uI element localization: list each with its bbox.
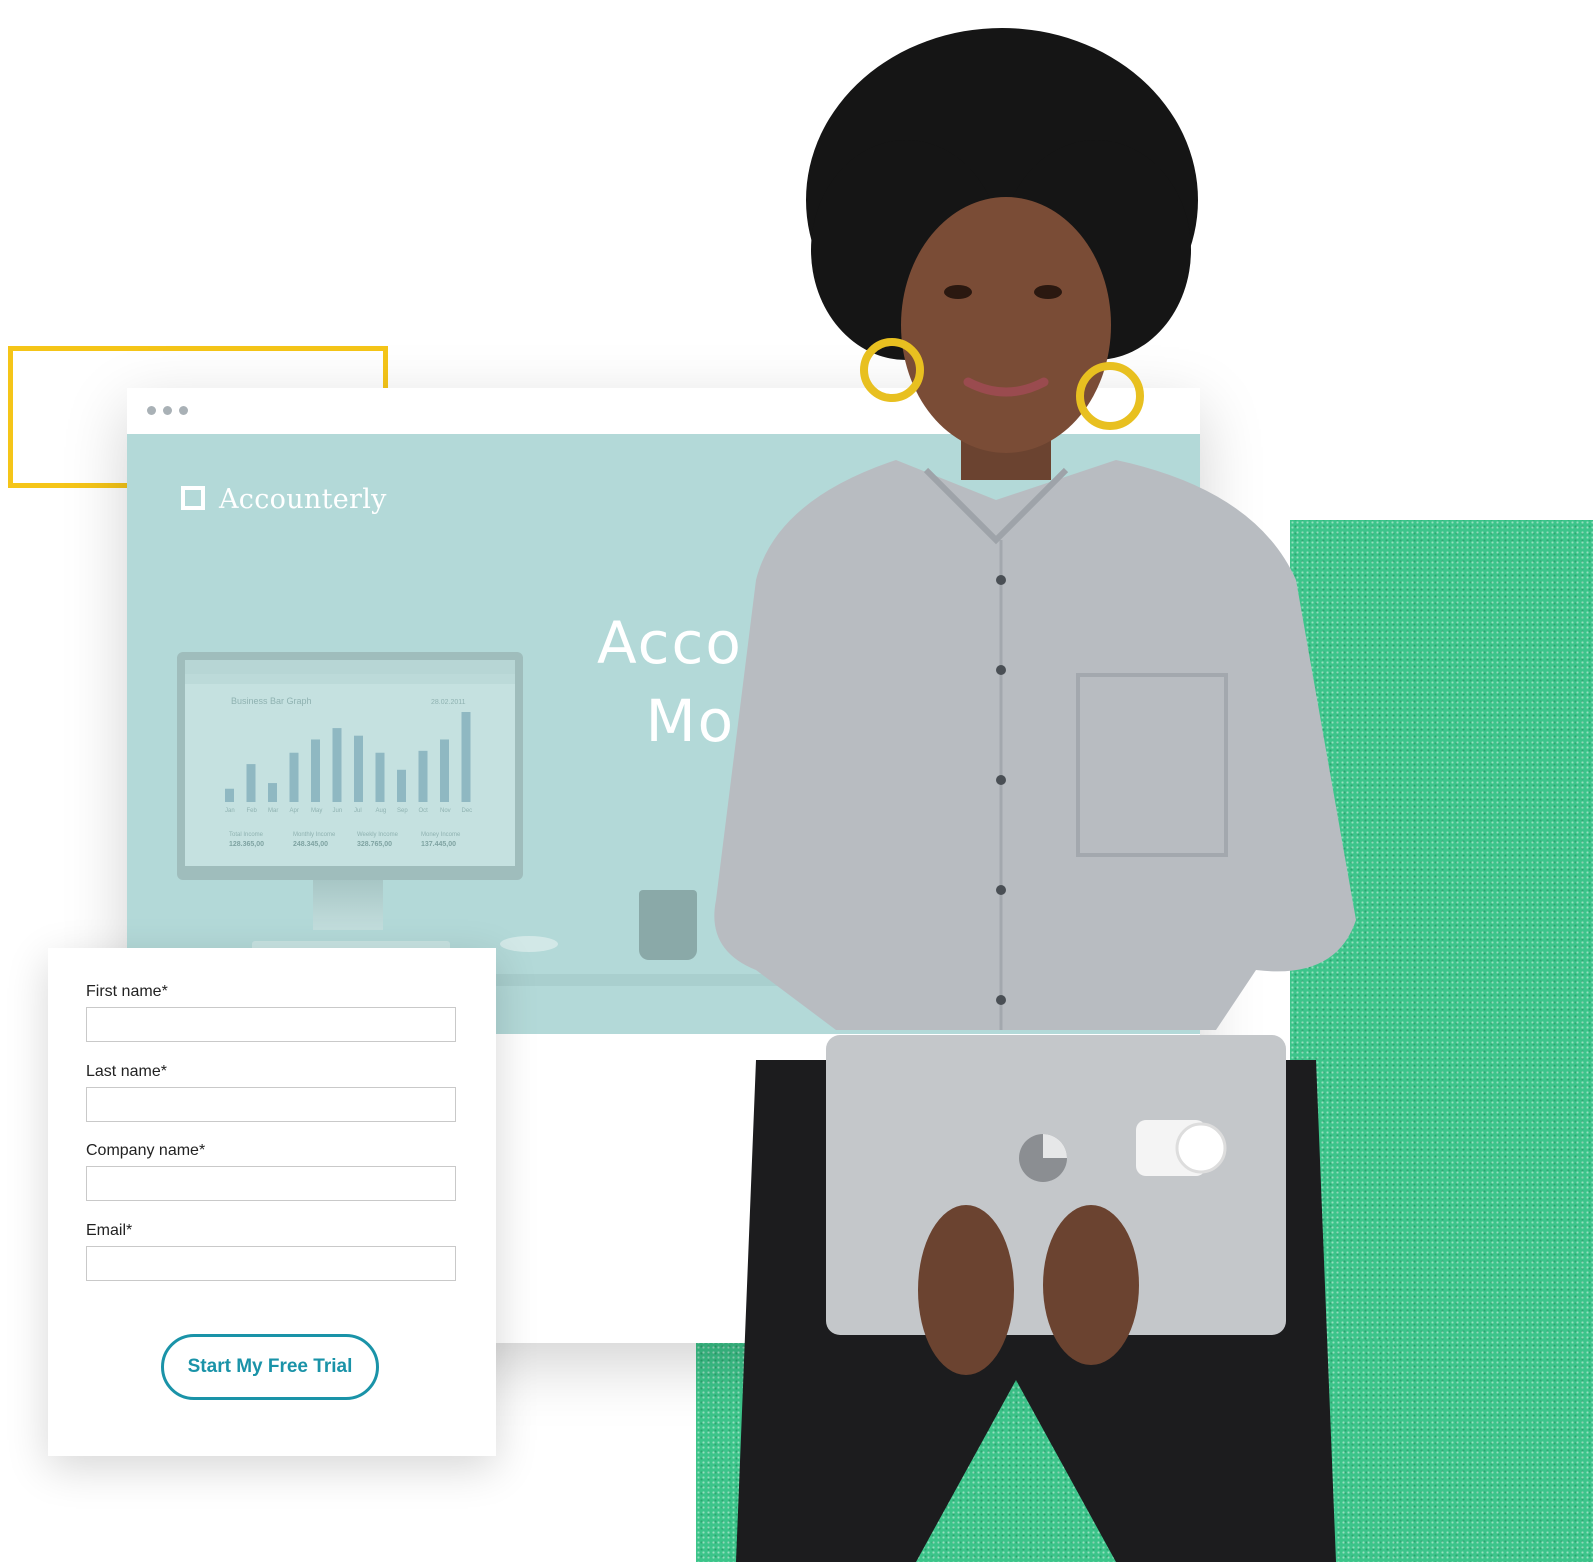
window-dot-icon bbox=[179, 406, 188, 415]
monitor-total-label: Monthly Income bbox=[293, 832, 336, 838]
monitor-chart-date: 28.02.2011 bbox=[431, 699, 466, 706]
signup-form-card: First name* Last name* Company name* Ema… bbox=[48, 948, 496, 1456]
window-dot-icon bbox=[163, 406, 172, 415]
first-name-label: First name* bbox=[86, 983, 168, 1000]
monitor-chart-month-label: Aug bbox=[376, 808, 387, 814]
monitor-total-value: 128.365,00 bbox=[229, 841, 264, 848]
site-logo-square-icon bbox=[181, 486, 205, 510]
mouse-illustration bbox=[500, 936, 558, 952]
monitor-bar-chart: Business Bar Graph 28.02.2011 Jan Feb Mar A… bbox=[185, 660, 515, 848]
monitor-stand bbox=[313, 880, 383, 930]
monitor-chart-bar bbox=[246, 764, 256, 802]
monitor-total-value: 248.345,00 bbox=[293, 841, 328, 848]
monitor-chart-month-label: Apr bbox=[290, 808, 299, 814]
window-dot-icon bbox=[147, 406, 156, 415]
monitor-chart-bar bbox=[440, 739, 449, 802]
monitor-chart-month-label: Sep bbox=[397, 808, 408, 814]
monitor-chart-bar bbox=[397, 769, 406, 802]
monitor-chart-bar bbox=[418, 750, 428, 802]
monitor-chart-month-label: May bbox=[311, 808, 322, 814]
monitor-chart-month-label: Nov bbox=[440, 808, 451, 814]
monitor-chart-month-label: Feb bbox=[247, 808, 258, 814]
start-free-trial-button[interactable]: Start My Free Trial bbox=[161, 1334, 379, 1400]
monitor-chart-month-label: Jan bbox=[225, 808, 235, 814]
monitor-chart-bar bbox=[289, 752, 299, 802]
monitor-chart-title: Business Bar Graph bbox=[231, 696, 312, 706]
monitor-chart-month-label: Jul bbox=[354, 808, 362, 814]
monitor-chart-month-label: Jun bbox=[333, 808, 343, 814]
last-name-input[interactable] bbox=[86, 1087, 456, 1122]
company-name-label: Company name* bbox=[86, 1142, 206, 1159]
monitor-chart-bar bbox=[311, 739, 320, 802]
email-label: Email* bbox=[86, 1222, 133, 1239]
monitor-chart-bar bbox=[461, 712, 471, 802]
monitor-total-label: Weekly Income bbox=[357, 832, 399, 838]
monitor-chart-bar bbox=[225, 788, 234, 802]
email-input[interactable] bbox=[86, 1246, 456, 1281]
monitor-total-value: 328.765,00 bbox=[357, 841, 392, 848]
monitor-screen: Business Bar Graph 28.02.2011 Jan Feb Mar A… bbox=[185, 660, 515, 866]
monitor-chart-bar bbox=[375, 752, 385, 802]
monitor-chart-bar bbox=[332, 728, 342, 802]
first-name-input[interactable] bbox=[86, 1007, 456, 1042]
monitor-total-label: Total Income bbox=[229, 832, 264, 838]
last-name-label: Last name* bbox=[86, 1063, 167, 1080]
company-name-input[interactable] bbox=[86, 1166, 456, 1201]
monitor-chart-month-label: Oct bbox=[419, 808, 429, 814]
desktop-monitor-illustration: Business Bar Graph 28.02.2011 Jan Feb Mar A… bbox=[177, 652, 523, 880]
mug-illustration bbox=[639, 890, 697, 960]
person-photo bbox=[714, 28, 1356, 1562]
monitor-total-value: 137.445,00 bbox=[421, 841, 456, 848]
monitor-chart-bar bbox=[268, 783, 277, 802]
monitor-total-label: Money Income bbox=[421, 832, 461, 838]
monitor-chart-month-label: Mar bbox=[268, 808, 278, 814]
monitor-chart-bar bbox=[354, 735, 363, 802]
monitor-chart-month-label: Dec bbox=[462, 808, 473, 814]
site-logo-text: Accounterly bbox=[219, 484, 387, 515]
